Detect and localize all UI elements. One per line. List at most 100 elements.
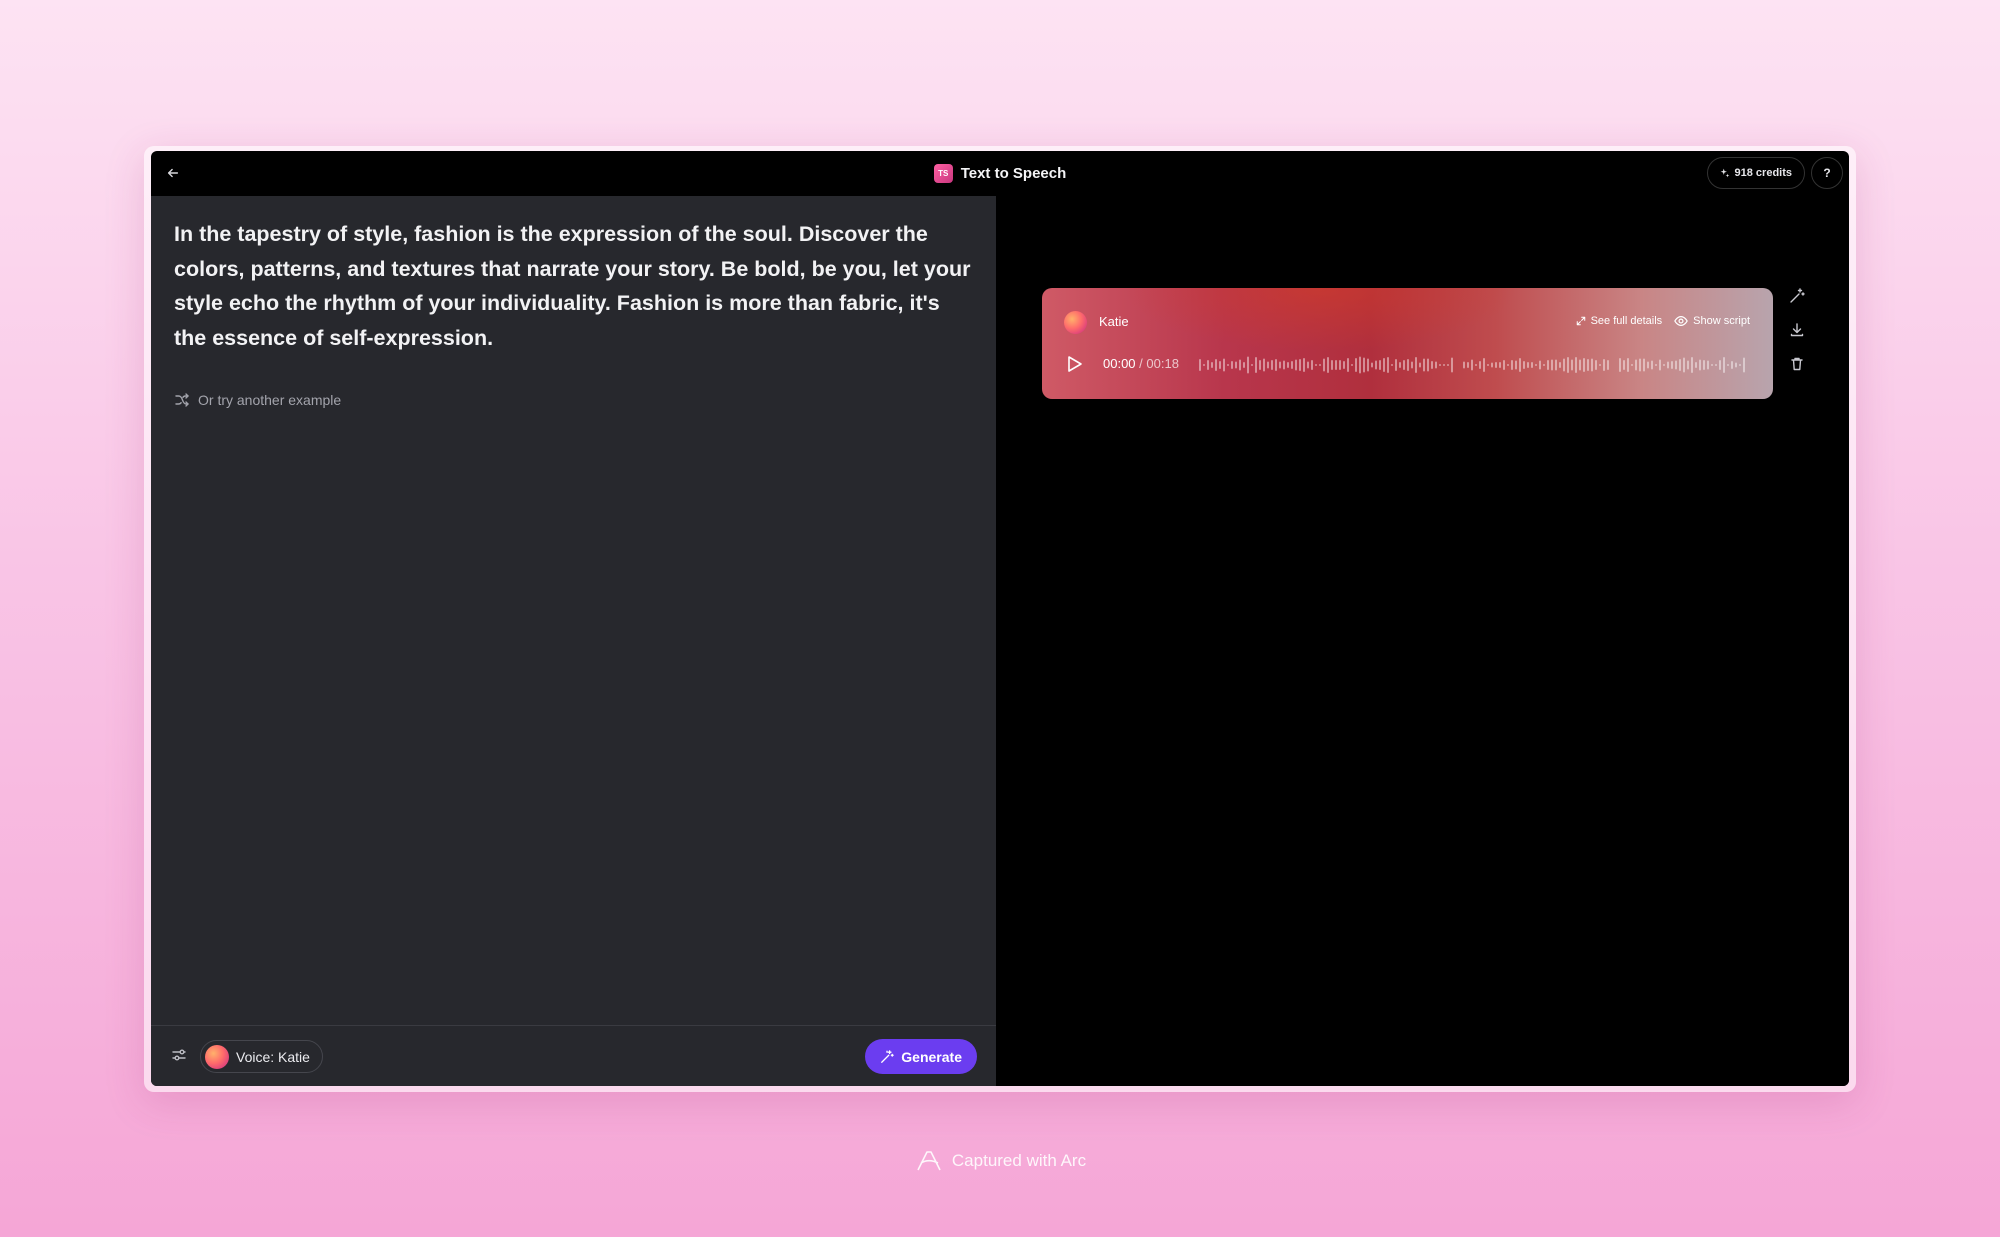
waveform-bar <box>1711 364 1713 366</box>
waveform-bar <box>1299 359 1301 371</box>
waveform-bar <box>1251 364 1253 366</box>
show-script-label: Show script <box>1693 315 1750 327</box>
waveform-bar <box>1699 359 1701 371</box>
waveform-bar <box>1595 360 1597 370</box>
waveform-bar <box>1431 361 1433 369</box>
player-side-tools <box>1786 288 1808 372</box>
waveform-bar <box>1471 359 1473 371</box>
waveform-bar <box>1419 362 1421 368</box>
voice-avatar <box>205 1044 229 1069</box>
waveform-bar <box>1451 357 1453 373</box>
generate-button[interactable]: Generate <box>865 1039 977 1074</box>
expand-icon <box>1576 316 1585 326</box>
show-script-button[interactable]: Show script <box>1674 314 1750 328</box>
waveform-bar <box>1311 360 1313 370</box>
waveform-bar <box>1235 361 1237 369</box>
waveform-bar <box>1655 364 1657 366</box>
waveform-bar <box>1463 361 1465 369</box>
waveform-bar <box>1579 359 1581 371</box>
waveform-bar <box>1263 358 1265 372</box>
waveform-bar <box>1231 361 1233 369</box>
voice-selector-label: Voice: Katie <box>236 1048 310 1065</box>
regenerate-button[interactable] <box>1789 288 1805 304</box>
history-panel: Katie See full details Show script 00:00… <box>996 196 1849 1086</box>
script-text-input[interactable]: In the tapestry of style, fashion is the… <box>174 217 974 355</box>
waveform-bar <box>1735 362 1737 368</box>
credits-label: 918 credits <box>1734 167 1792 179</box>
waveform-bar <box>1731 361 1733 369</box>
help-button[interactable]: ? <box>1811 157 1843 189</box>
waveform-bar <box>1643 358 1645 372</box>
waveform-bar <box>1335 360 1337 370</box>
waveform-bar <box>1495 362 1497 368</box>
waveform-bar <box>1203 364 1205 366</box>
waveform-bar <box>1535 364 1537 366</box>
eye-icon <box>1674 316 1688 326</box>
waveform-bar <box>1619 358 1621 372</box>
waveform-bar <box>1343 361 1345 369</box>
waveform-bar <box>1483 358 1485 372</box>
credits-button[interactable]: 918 credits <box>1706 157 1805 189</box>
waveform-bar <box>1599 364 1601 366</box>
waveform-bar <box>1527 362 1529 368</box>
waveform-bar <box>1247 356 1249 374</box>
waveform-bar <box>1303 358 1305 372</box>
waveform-bar <box>1687 360 1689 370</box>
waveform-bar <box>1543 364 1545 366</box>
audio-player-card: Katie See full details Show script 00:00… <box>1042 288 1773 399</box>
waveform-bar <box>1435 361 1437 369</box>
editor-footer: Voice: Katie Generate <box>151 1025 996 1086</box>
waveform-bar <box>1215 359 1217 371</box>
waveform-bar <box>1631 364 1633 366</box>
waveform-bar <box>1663 364 1665 366</box>
delete-button[interactable] <box>1789 356 1805 372</box>
waveform-bar <box>1479 361 1481 369</box>
waveform-bar <box>1511 360 1513 370</box>
see-full-details-button[interactable]: See full details <box>1576 314 1662 328</box>
waveform-bar <box>1367 358 1369 372</box>
try-another-example-link[interactable]: Or try another example <box>174 392 341 408</box>
waveform-bar <box>1387 357 1389 373</box>
waveform-bar <box>1259 360 1261 370</box>
waveform-bar <box>1467 362 1469 368</box>
waveform-bar <box>1411 361 1413 369</box>
waveform-bar <box>1211 362 1213 368</box>
waveform-bar <box>1739 364 1741 366</box>
download-icon <box>1790 323 1804 337</box>
waveform-bar <box>1487 364 1489 366</box>
sliders-icon <box>172 1049 186 1061</box>
waveform-scrubber[interactable] <box>1199 352 1747 378</box>
waveform-bar <box>1275 359 1277 371</box>
waveform-bar <box>1567 357 1569 373</box>
voice-selector-button[interactable]: Voice: Katie <box>200 1040 323 1073</box>
magic-wand-icon <box>881 1049 895 1063</box>
text-editor-panel: In the tapestry of style, fashion is the… <box>151 196 996 1086</box>
duration: 00:18 <box>1146 356 1179 371</box>
waveform-bar <box>1743 357 1745 373</box>
waveform-bar <box>1407 359 1409 371</box>
waveform-bar <box>1347 358 1349 372</box>
settings-button[interactable] <box>171 1047 191 1067</box>
waveform-bar <box>1375 360 1377 370</box>
waveform-bar <box>1475 364 1477 366</box>
waveform-bar <box>1395 359 1397 371</box>
download-button[interactable] <box>1789 322 1805 338</box>
play-icon <box>1068 356 1082 372</box>
waveform-bar <box>1315 364 1317 366</box>
waveform-bar <box>1691 357 1693 373</box>
waveform-bar <box>1719 360 1721 370</box>
waveform-bar <box>1403 360 1405 370</box>
waveform-bar <box>1219 361 1221 369</box>
waveform-bar <box>1603 359 1605 371</box>
waveform-bar <box>1415 357 1417 373</box>
voice-avatar <box>1064 311 1087 334</box>
back-button[interactable] <box>159 159 187 187</box>
waveform-bar <box>1291 361 1293 369</box>
waveform-bar <box>1327 357 1329 373</box>
play-button[interactable] <box>1064 354 1086 376</box>
waveform-bar <box>1295 359 1297 371</box>
waveform-bar <box>1659 359 1661 371</box>
waveform-bar <box>1559 362 1561 368</box>
page-title: Text to Speech <box>960 165 1067 182</box>
waveform-bar <box>1723 357 1725 373</box>
